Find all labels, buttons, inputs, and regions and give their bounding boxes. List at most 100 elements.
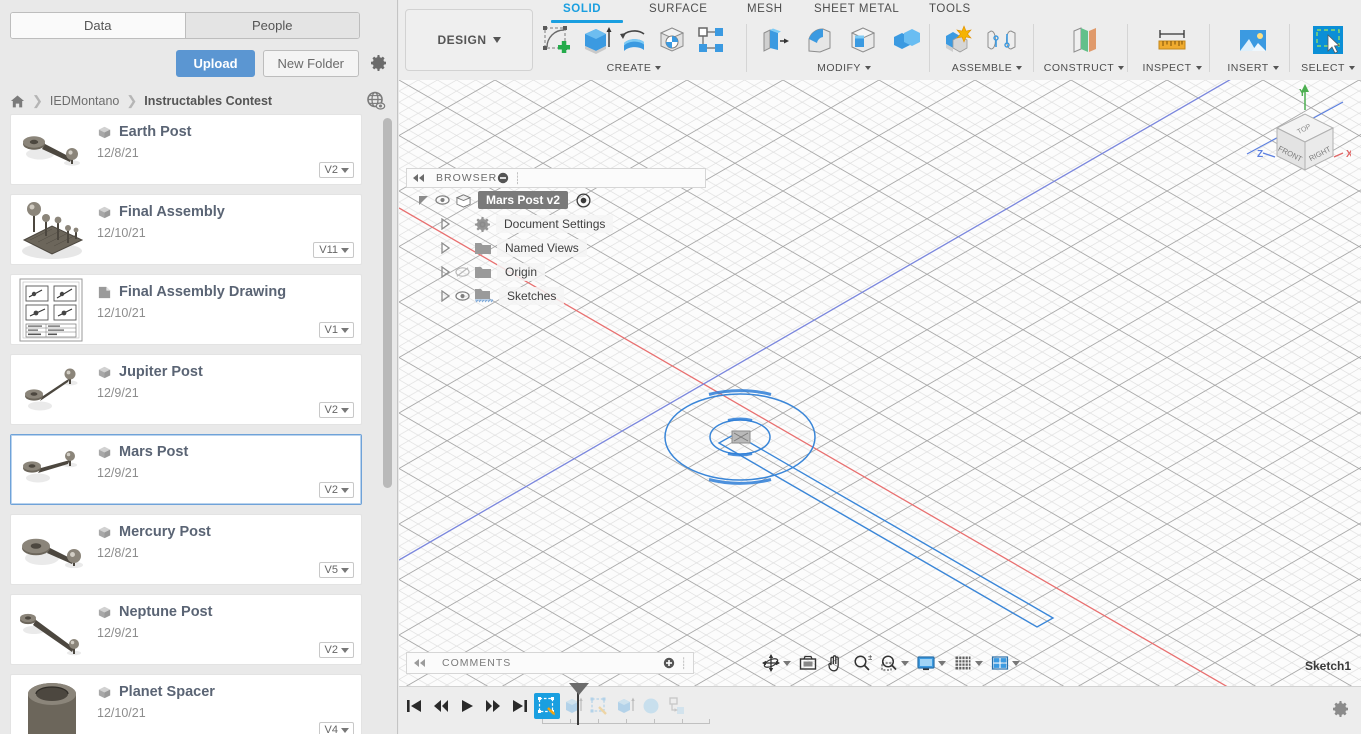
scrollbar-thumb[interactable] [383, 118, 392, 488]
file-card[interactable]: Final Assembly 12/10/21 V11 [10, 194, 362, 265]
joint-icon[interactable] [981, 20, 1023, 60]
resize-handle[interactable]: ┊ [680, 657, 687, 670]
comments-panel[interactable]: COMMENTS ┊ [406, 652, 694, 674]
fit-icon[interactable] [877, 653, 911, 673]
ribbon-group-label[interactable]: INSPECT [1133, 62, 1211, 74]
activate-component-icon[interactable] [576, 193, 591, 208]
file-card[interactable]: Final Assembly Drawing 12/10/21 V1 [10, 274, 362, 345]
press-pull-icon[interactable] [754, 20, 796, 60]
sketch-feature-icon[interactable] [534, 693, 560, 719]
collapse-left-icon[interactable] [413, 658, 427, 668]
insert-image-icon[interactable] [1232, 20, 1274, 60]
ribbon-group-label[interactable]: SELECT [1295, 62, 1361, 74]
go-to-start-icon[interactable] [406, 699, 422, 713]
browser-node[interactable]: Document Settings [406, 212, 706, 236]
zoom-icon[interactable]: ± [850, 653, 874, 673]
ribbon-group-label[interactable]: CREATE [539, 62, 729, 74]
revolve-icon[interactable] [616, 20, 652, 60]
offset-plane-icon[interactable] [1063, 20, 1105, 60]
browser-header[interactable]: BROWSER ┊ [406, 168, 706, 188]
data-panel-scrollbar[interactable] [383, 114, 392, 729]
timeline-marker[interactable] [577, 689, 579, 725]
eye-visible-icon[interactable] [435, 194, 450, 206]
upload-button[interactable]: Upload [176, 50, 254, 77]
combine-feature-icon[interactable] [664, 693, 690, 719]
revolve-feature-icon[interactable] [638, 693, 664, 719]
new-folder-button[interactable]: New Folder [263, 50, 359, 77]
version-badge[interactable]: V2 [319, 402, 354, 418]
version-badge[interactable]: V1 [319, 322, 354, 338]
extrude-feature-icon[interactable] [560, 693, 586, 719]
version-badge[interactable]: V11 [313, 242, 354, 258]
browser-tree[interactable]: Mars Post v2 Document Settings Named Vie… [406, 188, 706, 308]
breadcrumb-item-0[interactable]: IEDMontano [50, 94, 119, 108]
tab-solid[interactable]: SOLID [563, 3, 601, 15]
file-card[interactable]: Neptune Post 12/9/21 V2 [10, 594, 362, 665]
ribbon-group-label[interactable]: INSERT [1215, 62, 1291, 74]
version-badge[interactable]: V2 [319, 482, 354, 498]
browser-node[interactable]: Origin [406, 260, 706, 284]
file-card[interactable]: Jupiter Post 12/9/21 V2 [10, 354, 362, 425]
eye-hidden-icon[interactable] [455, 266, 470, 278]
sketch2-feature-icon[interactable] [586, 693, 612, 719]
expand-arrow-icon[interactable] [440, 290, 450, 302]
version-badge[interactable]: V2 [319, 642, 354, 658]
tab-mesh[interactable]: MESH [747, 3, 783, 15]
grid-snaps-icon[interactable] [951, 653, 985, 673]
browser-node[interactable]: Sketches [406, 284, 706, 308]
version-badge[interactable]: V2 [319, 162, 354, 178]
ribbon-group-label[interactable]: ASSEMBLE [937, 62, 1037, 74]
breadcrumb-item-1[interactable]: Instructables Contest [144, 94, 272, 108]
step-back-icon[interactable] [433, 699, 449, 713]
tab-data[interactable]: Data [11, 13, 185, 38]
sweep-icon[interactable] [654, 20, 690, 60]
measure-icon[interactable] [1151, 20, 1193, 60]
file-list[interactable]: Earth Post 12/8/21 V2 [10, 114, 365, 734]
viewports-icon[interactable] [988, 653, 1022, 673]
browser-node[interactable]: Named Views [406, 236, 706, 260]
globe-eye-icon[interactable] [365, 90, 387, 112]
select-window-icon[interactable] [1307, 20, 1349, 60]
file-card[interactable]: Earth Post 12/8/21 V2 [10, 114, 362, 185]
ribbon-group-label[interactable]: CONSTRUCT [1039, 62, 1129, 74]
home-icon[interactable] [10, 94, 25, 109]
combine-icon[interactable] [886, 20, 928, 60]
resize-handle[interactable]: ┊ [514, 172, 521, 185]
version-badge[interactable]: V5 [319, 562, 354, 578]
tab-tools[interactable]: TOOLS [929, 3, 971, 15]
expand-arrow-icon[interactable] [418, 194, 430, 206]
step-forward-icon[interactable] [485, 699, 501, 713]
gear-icon[interactable] [369, 53, 389, 73]
orbit-icon[interactable] [759, 653, 793, 673]
expand-arrow-icon[interactable] [440, 266, 450, 278]
browser-node[interactable]: Mars Post v2 [406, 188, 706, 212]
fillet-icon[interactable] [798, 20, 840, 60]
pan-icon[interactable] [823, 653, 847, 673]
expand-arrow-icon[interactable] [440, 218, 450, 230]
tab-surface[interactable]: SURFACE [649, 3, 708, 15]
ribbon-group-label[interactable]: MODIFY [754, 62, 934, 74]
look-at-icon[interactable] [796, 653, 820, 673]
eye-visible-icon[interactable] [455, 290, 470, 302]
shell-icon[interactable] [842, 20, 884, 60]
play-icon[interactable] [460, 699, 474, 713]
tab-people[interactable]: People [185, 13, 360, 38]
workspace-selector[interactable]: DESIGN [405, 9, 533, 71]
display-settings-icon[interactable] [914, 653, 948, 673]
gear-icon[interactable] [1331, 699, 1351, 719]
view-cube[interactable]: TOP FRONT RIGHT Z X Y [1239, 84, 1351, 188]
new-component-icon[interactable] [937, 20, 979, 60]
extrude-icon[interactable] [577, 20, 613, 60]
go-to-end-icon[interactable] [512, 699, 528, 713]
file-card[interactable]: Planet Spacer 12/10/21 V4 [10, 674, 362, 734]
tab-sheet-metal[interactable]: SHEET METAL [814, 3, 899, 15]
create-sketch-icon[interactable] [539, 20, 575, 60]
pattern-icon[interactable] [693, 20, 729, 60]
extrude2-feature-icon[interactable] [612, 693, 638, 719]
3d-viewport[interactable]: TOP FRONT RIGHT Z X Y BROWSER [399, 80, 1361, 686]
add-comment-icon[interactable] [663, 657, 675, 669]
file-card[interactable]: Mars Post 12/9/21 V2 [10, 434, 362, 505]
version-badge[interactable]: V4 [319, 722, 354, 734]
collapse-left-icon[interactable] [412, 173, 426, 183]
file-card[interactable]: Mercury Post 12/8/21 V5 [10, 514, 362, 585]
